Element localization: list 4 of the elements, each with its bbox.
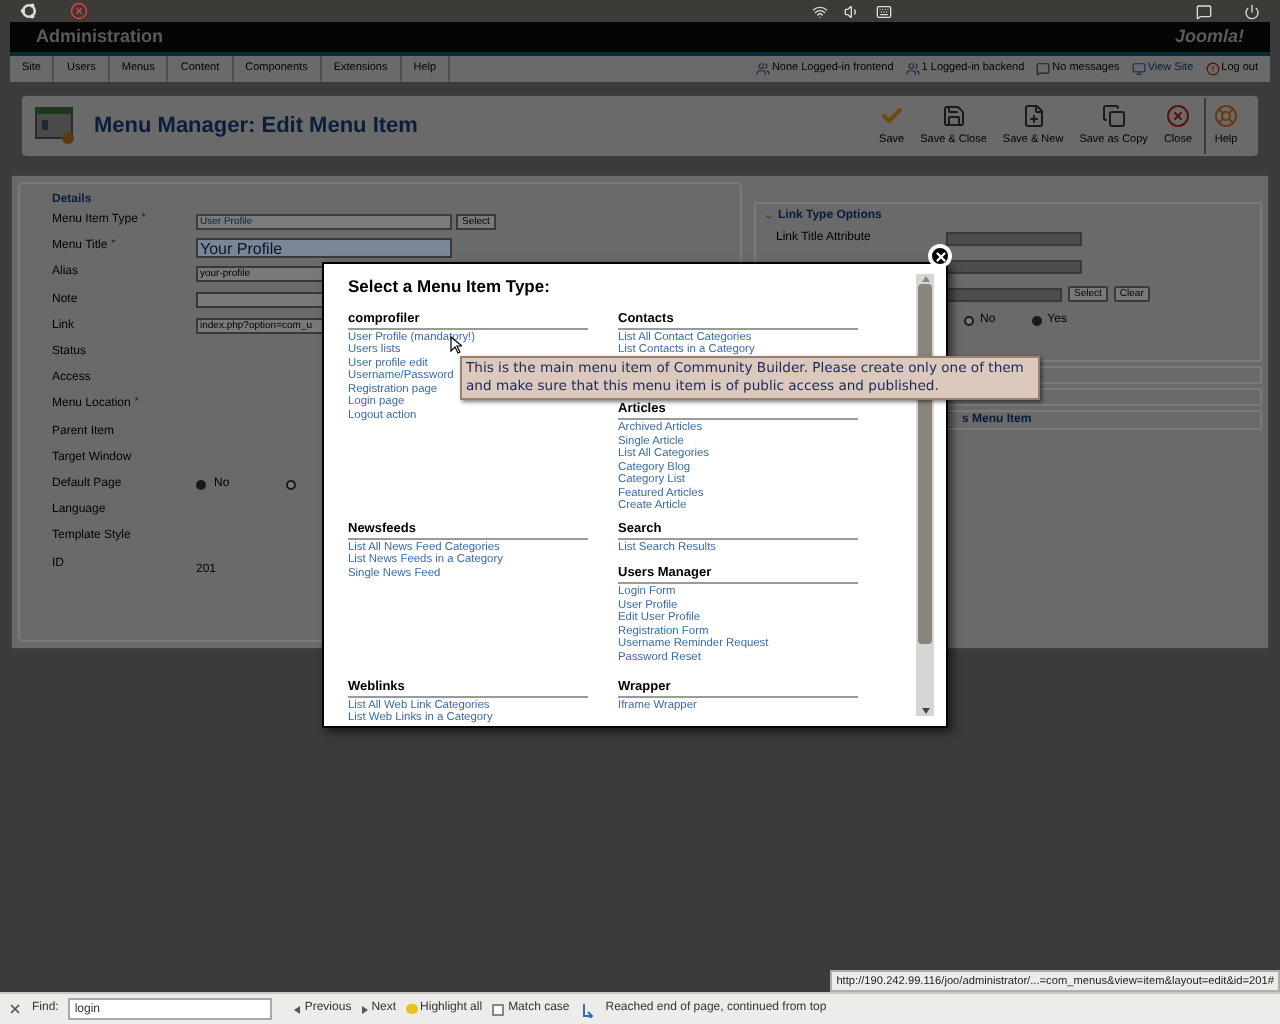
modal-title: Select a Menu Item Type: (348, 274, 552, 300)
joomla-logo: Joomla! (1174, 23, 1244, 50)
page-title: Menu Manager: Edit Menu Item (94, 111, 418, 142)
header-title: Administration (36, 23, 164, 50)
